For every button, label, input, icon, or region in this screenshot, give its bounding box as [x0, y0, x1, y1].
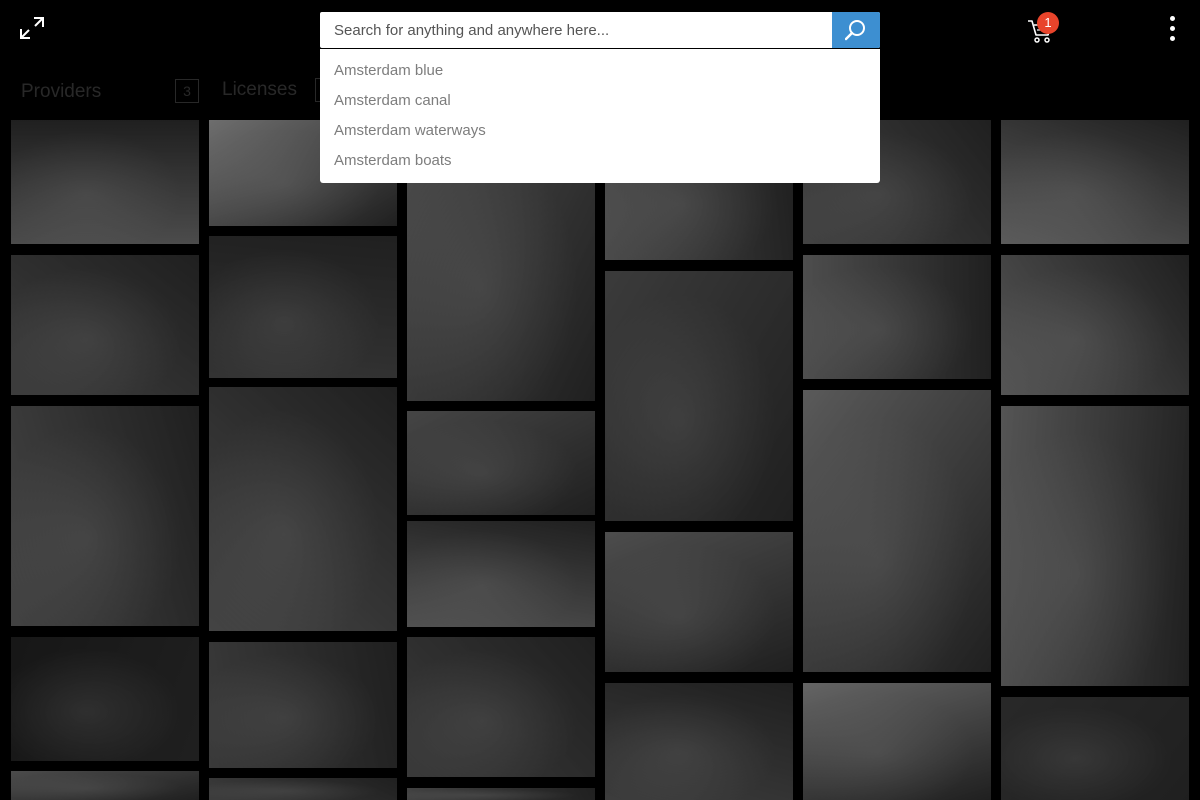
- photo-tile[interactable]: [209, 778, 397, 800]
- photo-tile[interactable]: [1001, 697, 1189, 800]
- photo-tile[interactable]: [1001, 120, 1189, 244]
- photo-tile[interactable]: [803, 390, 991, 672]
- photo-tile[interactable]: [407, 637, 595, 777]
- more-vertical-icon[interactable]: [1162, 14, 1184, 44]
- photo-tile[interactable]: [11, 120, 199, 244]
- cart-count-badge: 1: [1037, 12, 1059, 34]
- search-input[interactable]: [320, 12, 832, 48]
- search-icon: [845, 20, 865, 41]
- providers-count-badge: 3: [175, 79, 199, 103]
- photo-tile[interactable]: [605, 271, 793, 521]
- photo-tile[interactable]: [209, 236, 397, 378]
- photo-tile[interactable]: [605, 683, 793, 800]
- photo-tile[interactable]: [605, 532, 793, 672]
- photo-tile[interactable]: [11, 406, 199, 626]
- photo-tile[interactable]: [209, 642, 397, 768]
- photo-tile[interactable]: [1001, 255, 1189, 395]
- photo-tile[interactable]: [11, 255, 199, 395]
- photo-tile[interactable]: [407, 521, 595, 627]
- photo-tile[interactable]: [407, 788, 595, 800]
- photo-tile[interactable]: [209, 387, 397, 631]
- search-box: [320, 12, 880, 48]
- providers-filter[interactable]: Providers: [21, 81, 101, 103]
- search-button[interactable]: [832, 12, 880, 48]
- photo-tile[interactable]: [11, 637, 199, 761]
- suggestion-item[interactable]: Amsterdam boats: [320, 146, 880, 176]
- photo-tile[interactable]: [11, 771, 199, 800]
- suggestion-item[interactable]: Amsterdam canal: [320, 86, 880, 116]
- photo-tile[interactable]: [407, 411, 595, 515]
- expand-icon[interactable]: [18, 14, 46, 42]
- suggestion-item[interactable]: Amsterdam waterways: [320, 116, 880, 146]
- photo-tile[interactable]: [803, 683, 991, 800]
- photo-tile[interactable]: [803, 255, 991, 379]
- photo-tile[interactable]: [1001, 406, 1189, 686]
- suggestion-item[interactable]: Amsterdam blue: [320, 56, 880, 86]
- search-suggestions: Amsterdam blue Amsterdam canal Amsterdam…: [320, 49, 880, 183]
- licenses-filter[interactable]: Licenses: [222, 79, 297, 101]
